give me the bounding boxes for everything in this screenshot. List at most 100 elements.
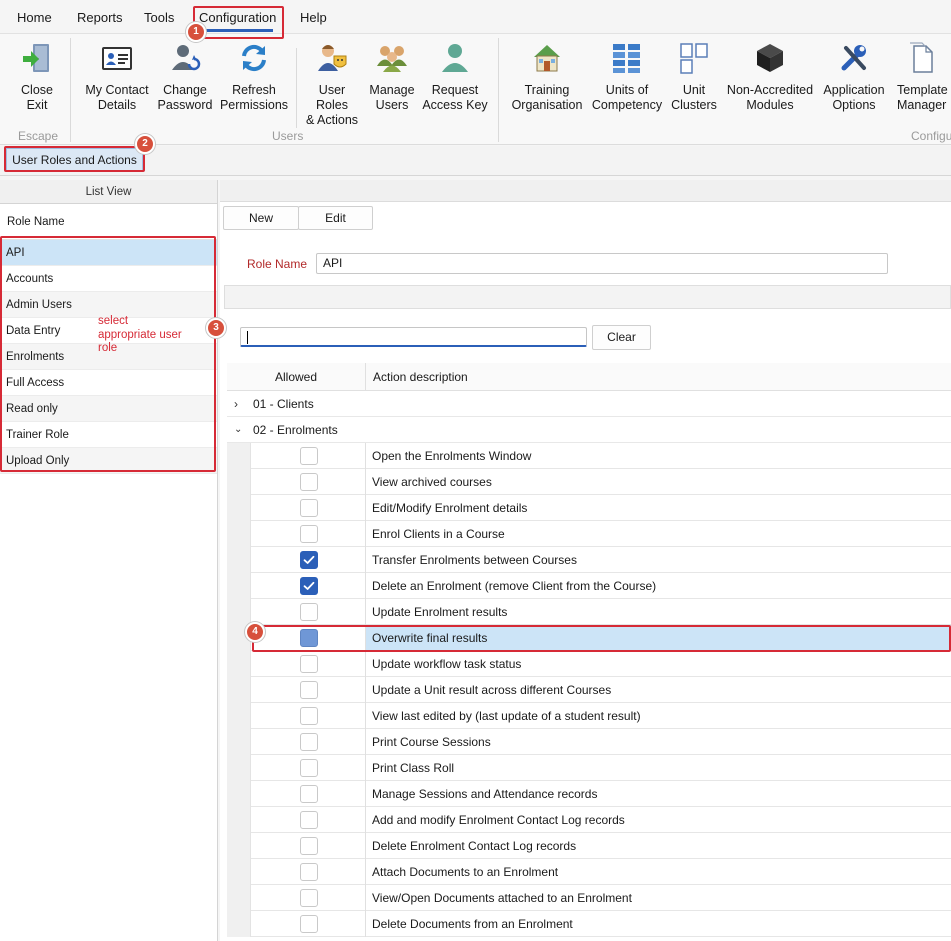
group-row-enrolments[interactable]: ⌄ 02 - Enrolments: [227, 417, 951, 443]
access-key-label: Access Key: [422, 98, 488, 112]
allowed-column-header[interactable]: Allowed: [227, 363, 366, 391]
role-list-item[interactable]: Full Access: [0, 370, 217, 396]
allowed-checkbox[interactable]: [300, 603, 318, 621]
action-description: View/Open Documents attached to an Enrol…: [372, 891, 632, 905]
allowed-checkbox[interactable]: [300, 499, 318, 517]
permissions-label: Permissions: [219, 98, 289, 112]
my-contact-label: My Contact: [85, 83, 149, 97]
action-row[interactable]: Manage Sessions and Attendance records: [227, 781, 951, 807]
allowed-checkbox[interactable]: [300, 551, 318, 569]
allowed-checkbox[interactable]: [300, 915, 318, 933]
change-password-button[interactable]: Change Password: [157, 42, 213, 113]
clear-button[interactable]: Clear: [592, 325, 651, 350]
units-of-competency-button[interactable]: Units of Competency: [590, 42, 664, 113]
action-row[interactable]: Delete an Enrolment (remove Client from …: [227, 573, 951, 599]
close-exit-button[interactable]: Close Exit: [14, 42, 60, 113]
action-row[interactable]: Print Course Sessions: [227, 729, 951, 755]
manage-label: Manage: [369, 83, 415, 97]
role-list-item[interactable]: Trainer Role: [0, 422, 217, 448]
action-row[interactable]: Update workflow task status: [227, 651, 951, 677]
role-name-column-header[interactable]: Role Name: [0, 204, 217, 240]
my-contact-details-button[interactable]: My Contact Details: [82, 42, 152, 113]
template-label: Template: [897, 83, 948, 97]
menu-help[interactable]: Help: [300, 10, 327, 25]
role-name-field[interactable]: API: [316, 253, 888, 274]
user-roles-actions-button[interactable]: User Roles & Actions: [302, 42, 362, 128]
menu-configuration[interactable]: Configuration: [199, 10, 276, 25]
allowed-checkbox[interactable]: [300, 655, 318, 673]
role-list-item[interactable]: Accounts: [0, 266, 217, 292]
action-row[interactable]: View last edited by (last update of a st…: [227, 703, 951, 729]
menu-home[interactable]: Home: [17, 10, 52, 25]
action-description: Transfer Enrolments between Courses: [372, 553, 577, 567]
units-of-label: Units of: [605, 83, 649, 97]
tab-user-roles-and-actions[interactable]: User Roles and Actions: [6, 148, 143, 172]
menu-tools[interactable]: Tools: [144, 10, 174, 25]
allowed-checkbox[interactable]: [300, 629, 318, 647]
action-description-column-header[interactable]: Action description: [373, 363, 468, 391]
password-label: Password: [157, 98, 213, 112]
action-row[interactable]: Delete Enrolment Contact Log records: [227, 833, 951, 859]
action-description: Attach Documents to an Enrolment: [372, 865, 559, 879]
action-row[interactable]: Attach Documents to an Enrolment: [227, 859, 951, 885]
manage-users-button[interactable]: Manage Users: [368, 42, 416, 113]
training-organisation-button[interactable]: Training Organisation: [510, 42, 584, 113]
new-button[interactable]: New: [223, 206, 299, 230]
action-row[interactable]: Overwrite final results: [227, 625, 951, 651]
document-icon: [910, 42, 933, 73]
menu-reports[interactable]: Reports: [77, 10, 123, 25]
request-access-key-button[interactable]: Request Access Key: [422, 42, 488, 113]
allowed-checkbox[interactable]: [300, 525, 318, 543]
action-row[interactable]: View/Open Documents attached to an Enrol…: [227, 885, 951, 911]
chevron-right-icon[interactable]: ›: [234, 391, 238, 417]
filter-search-input[interactable]: [240, 327, 587, 347]
allowed-checkbox[interactable]: [300, 863, 318, 881]
action-row[interactable]: Update Enrolment results: [227, 599, 951, 625]
allowed-cell: [251, 599, 366, 625]
role-list-item[interactable]: Upload Only: [0, 448, 217, 474]
list-view-header: List View: [0, 180, 217, 204]
check-icon: [303, 581, 315, 590]
allowed-checkbox[interactable]: [300, 889, 318, 907]
application-options-button[interactable]: Application Options: [820, 42, 888, 113]
allowed-checkbox[interactable]: [300, 577, 318, 595]
tools-icon: [841, 45, 866, 71]
allowed-checkbox[interactable]: [300, 811, 318, 829]
row-indent: [227, 729, 251, 755]
non-accredited-modules-button[interactable]: Non-Accredited Modules: [724, 42, 816, 113]
allowed-checkbox[interactable]: [300, 733, 318, 751]
template-manager-button[interactable]: Template Manager: [893, 42, 949, 113]
action-description: Update Enrolment results: [372, 605, 508, 619]
action-row[interactable]: View archived courses: [227, 469, 951, 495]
action-row[interactable]: Edit/Modify Enrolment details: [227, 495, 951, 521]
allowed-cell: [251, 755, 366, 781]
chevron-down-icon[interactable]: ⌄: [234, 417, 242, 443]
action-row[interactable]: Add and modify Enrolment Contact Log rec…: [227, 807, 951, 833]
training-label: Training: [524, 83, 570, 97]
action-row[interactable]: Print Class Roll: [227, 755, 951, 781]
allowed-checkbox[interactable]: [300, 837, 318, 855]
contact-card-icon: [102, 47, 132, 70]
edit-button[interactable]: Edit: [298, 206, 373, 230]
action-row[interactable]: Transfer Enrolments between Courses: [227, 547, 951, 573]
active-menu-indicator: [203, 29, 273, 32]
allowed-checkbox[interactable]: [300, 759, 318, 777]
group-label: 02 - Enrolments: [253, 423, 338, 437]
allowed-checkbox[interactable]: [300, 473, 318, 491]
role-list-item[interactable]: API: [0, 240, 217, 266]
role-list-item[interactable]: Read only: [0, 396, 217, 422]
refresh-permissions-button[interactable]: Refresh Permissions: [218, 42, 290, 113]
unit-clusters-button[interactable]: Unit Clusters: [670, 42, 718, 113]
action-row[interactable]: Enrol Clients in a Course: [227, 521, 951, 547]
allowed-cell: [251, 443, 366, 469]
action-row[interactable]: Delete Documents from an Enrolment: [227, 911, 951, 937]
allowed-checkbox[interactable]: [300, 681, 318, 699]
allowed-checkbox[interactable]: [300, 447, 318, 465]
allowed-checkbox[interactable]: [300, 785, 318, 803]
ribbon: Close Exit Escape My Contact Details Cha…: [0, 33, 951, 145]
group-row-clients[interactable]: › 01 - Clients: [227, 391, 951, 417]
action-row[interactable]: Open the Enrolments Window: [227, 443, 951, 469]
action-row[interactable]: Update a Unit result across different Co…: [227, 677, 951, 703]
allowed-checkbox[interactable]: [300, 707, 318, 725]
annotation-badge: 4: [245, 622, 265, 642]
